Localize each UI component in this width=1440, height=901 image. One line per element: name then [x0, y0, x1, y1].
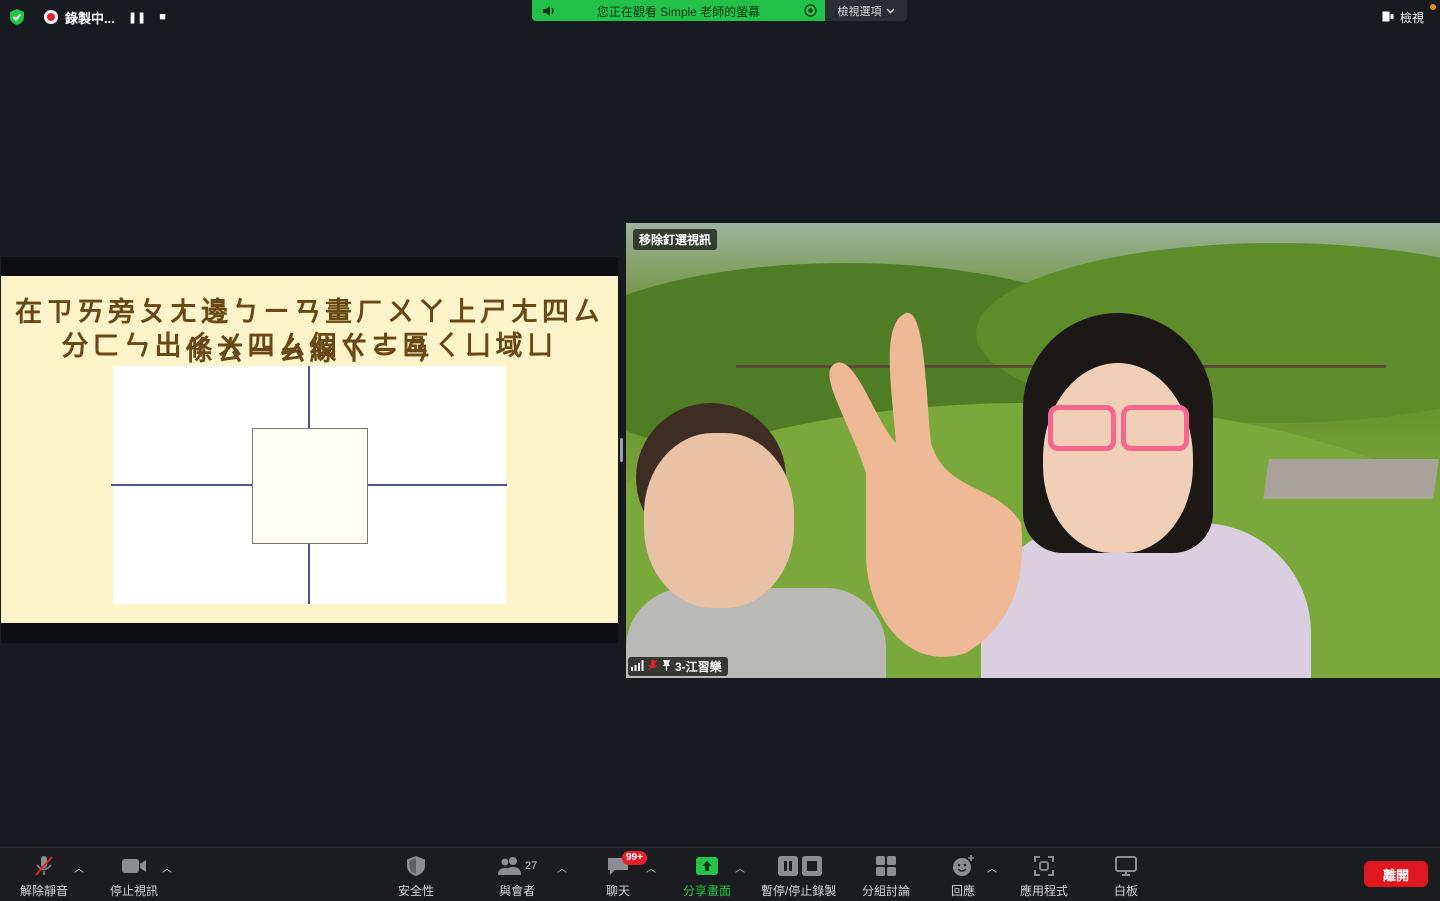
view-layout-icon [1382, 11, 1394, 25]
participant-name: 3-江習樂 [675, 660, 722, 674]
reactions-button[interactable]: 回應 [951, 854, 975, 899]
shared-slide: 在ㄗㄞ旁ㄆㄤ邊ㄅㄧㄢ畫ㄏㄨㄚ上ㄕㄤ四ㄙ條ㄊㄧㄠ線ㄒㄧㄢ 分ㄈㄣ出ㄔㄨ四ㄙ個ㄍㄜ區… [1, 276, 618, 623]
participant-name-tag: 3-江習樂 [628, 657, 728, 676]
video-options-caret-icon[interactable]: ︿ [162, 860, 172, 875]
chat-unread-badge: 99+ [622, 851, 647, 865]
share-banner-text: 您正在觀看 Simple 老師的螢幕 [596, 5, 761, 19]
reactions-caret-icon[interactable]: ︿ [987, 860, 997, 875]
breakout-rooms-button[interactable]: 分組討論 [862, 854, 910, 899]
signal-bars-icon [631, 659, 644, 674]
glasses [1048, 405, 1116, 451]
security-button[interactable]: 安全性 [398, 854, 434, 899]
apps-button[interactable]: 應用程式 [1020, 854, 1068, 899]
share-options-caret-icon[interactable]: ︿ [735, 860, 745, 875]
top-vertical-line [308, 366, 310, 428]
bottom-vertical-line [308, 543, 310, 604]
unmute-label: 解除靜音 [20, 884, 69, 898]
security-shield-icon[interactable] [8, 8, 26, 26]
reactions-label: 回應 [951, 884, 976, 898]
resize-divider-handle[interactable] [620, 438, 623, 462]
video-camera-icon [121, 854, 147, 878]
participants-label: 與會者 [499, 884, 536, 898]
audio-options-caret-icon[interactable]: ︿ [74, 860, 84, 875]
stop-recording-button[interactable]: ■ [159, 11, 166, 23]
breakout-grid-icon [875, 854, 897, 878]
leave-meeting-button[interactable]: 離開 [1364, 861, 1428, 887]
left-horizontal-line [111, 484, 252, 486]
unpin-video-label[interactable]: 移除釘選視訊 [633, 229, 718, 250]
child-right [981, 313, 1311, 678]
pause-stop-icon [774, 854, 824, 878]
share-screen-icon [695, 854, 719, 878]
participants-icon: 27 [497, 854, 537, 878]
muted-mic-icon [32, 854, 56, 878]
security-label: 安全性 [398, 884, 435, 898]
right-horizontal-line [367, 484, 507, 486]
whiteboard-label: 白板 [1114, 884, 1139, 898]
breakout-rooms-label: 分組討論 [862, 884, 911, 898]
smiley-plus-icon [951, 854, 975, 878]
stop-video-label: 停止視訊 [110, 884, 159, 898]
chat-caret-icon[interactable]: ︿ [646, 860, 656, 875]
chat-label: 聊天 [606, 884, 631, 898]
center-square [252, 428, 368, 544]
unmute-button[interactable]: 解除靜音 [20, 854, 68, 899]
slide-title-line2: 分ㄈㄣ出ㄔㄨ四ㄙ個ㄍㄜ區ㄑㄩ域ㄩ [61, 331, 558, 362]
apps-label: 應用程式 [1020, 884, 1069, 898]
view-options-label: 檢視選項 [837, 5, 882, 18]
glasses [1121, 405, 1189, 451]
pin-icon [662, 659, 671, 674]
hand-gesture [829, 312, 1023, 657]
shared-screen: 在ㄗㄞ旁ㄆㄤ邊ㄅㄧㄢ畫ㄏㄨㄚ上ㄕㄤ四ㄙ條ㄊㄧㄠ線ㄒㄧㄢ 分ㄈㄣ出ㄔㄨ四ㄙ個ㄍㄜ區… [1, 257, 618, 643]
view-button[interactable]: 檢視 [1382, 9, 1424, 26]
pause-stop-recording-button[interactable]: 暫停/停止錄製 [761, 854, 836, 899]
participants-count: 27 [525, 860, 538, 872]
focus-target-icon[interactable] [804, 4, 817, 22]
share-screen-button[interactable]: 分享畫面 [683, 854, 731, 899]
screen-share-banner: 您正在觀看 Simple 老師的螢幕 檢視選項 [532, 0, 907, 21]
stop-video-button[interactable]: 停止視訊 [110, 854, 158, 899]
security-shield-icon [406, 854, 426, 878]
share-screen-label: 分享畫面 [683, 884, 732, 898]
participants-caret-icon[interactable]: ︿ [557, 860, 567, 875]
cabin-roof [1263, 459, 1439, 499]
recording-label: 錄製中... [65, 10, 115, 26]
share-banner-status: 您正在觀看 Simple 老師的螢幕 [532, 0, 825, 21]
recording-indicator: 錄製中... ❚❚ ■ [44, 8, 166, 27]
chevron-down-icon [886, 5, 895, 17]
view-label: 檢視 [1399, 11, 1424, 25]
whiteboard-icon [1114, 854, 1138, 878]
view-options-button[interactable]: 檢視選項 [825, 0, 907, 21]
participant-video-tile[interactable]: 移除釘選視訊 3-江習樂 [626, 223, 1440, 678]
participants-button[interactable]: 27 與會者 [497, 854, 537, 899]
meeting-toolbar: 解除靜音 ︿ 停止視訊 ︿ 安全性 27 與會者 ︿ 聊天 99+ ︿ 分享畫面 [0, 847, 1440, 901]
pause-stop-recording-label: 暫停/停止錄製 [761, 884, 837, 898]
muted-mic-icon [648, 659, 658, 674]
whiteboard-button[interactable]: 白板 [1114, 854, 1138, 899]
top-left-controls: 錄製中... ❚❚ ■ [8, 7, 166, 27]
apps-icon [1033, 854, 1055, 878]
meeting-area: 錄製中... ❚❚ ■ 您正在觀看 Simple 老師的螢幕 檢視選項 檢視 在… [0, 0, 1440, 847]
pause-recording-button[interactable]: ❚❚ [128, 11, 146, 24]
recording-dot-icon [44, 10, 58, 24]
drawing-canvas [111, 366, 507, 604]
notification-dot [1430, 4, 1436, 10]
